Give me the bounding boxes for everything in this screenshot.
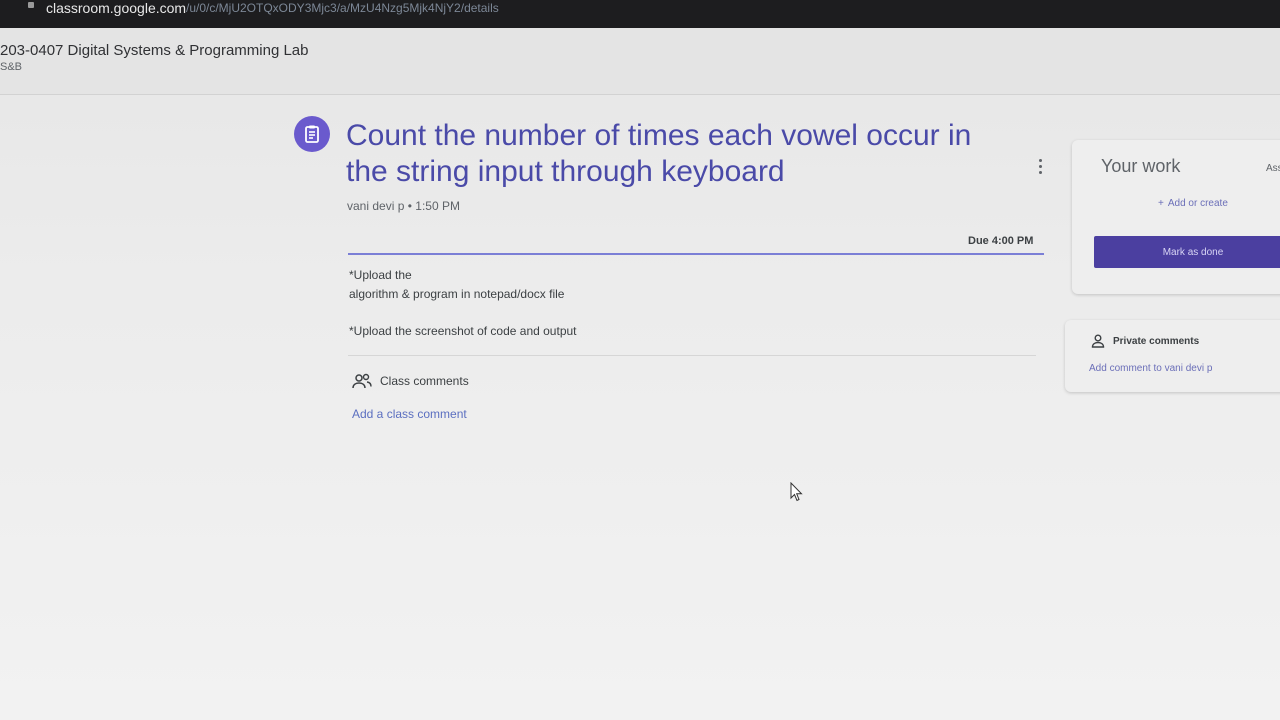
assignment-title: Count the number of times each vowel occ… [346,119,972,188]
due-date: Due 4:00 PM [968,235,1034,247]
title-divider [348,253,1044,255]
class-comments-label: Class comments [380,374,469,388]
meta-separator: • [407,199,412,213]
class-comments-header: Class comments [352,373,469,389]
your-work-card: Your work Assigned + Add or create Mark … [1072,140,1280,294]
course-title[interactable]: 203-0407 Digital Systems & Programming L… [0,42,308,59]
assignment-description: *Upload the algorithm & program in notep… [349,266,577,341]
description-line: algorithm & program in notepad/docx file [349,287,565,301]
description-line: *Upload the [349,268,412,282]
description-line: *Upload the screenshot of code and outpu… [349,324,577,338]
browser-url-bar[interactable]: classroom.google.com /u/0/c/MjU2OTQxODY3… [0,0,1280,28]
lock-icon [28,2,34,8]
comments-divider [348,355,1036,356]
person-icon [1091,334,1105,348]
assignment-meta: vani devi p • 1:50 PM [347,199,460,213]
status-badge: Assigned [1266,163,1280,174]
author-name: vani devi p [347,199,405,213]
add-or-create-label: Add or create [1167,198,1228,209]
mark-as-done-button[interactable]: Mark as done [1094,236,1280,268]
private-comments-title: Private comments [1113,335,1200,347]
private-comments-card: Private comments Add comment to vani dev… [1065,320,1280,392]
add-or-create-button[interactable]: + Add or create [1158,198,1228,209]
url-path: /u/0/c/MjU2OTQxODY3Mjc3/a/MzU4Nzg5Mjk4Nj… [186,1,499,15]
mouse-cursor-icon [790,482,803,502]
add-class-comment-link[interactable]: Add a class comment [352,407,467,421]
assignment-icon [294,116,330,152]
url-host: classroom.google.com [46,0,187,16]
private-comments-header: Private comments [1091,334,1199,348]
more-options-icon[interactable] [1032,157,1048,179]
course-section: S&B [0,61,23,73]
plus-icon: + [1158,198,1164,209]
posted-time: 1:50 PM [415,199,460,213]
course-header: 203-0407 Digital Systems & Programming L… [0,28,1280,95]
people-icon [352,373,372,389]
add-private-comment-link[interactable]: Add comment to vani devi p [1089,363,1212,374]
your-work-title: Your work [1101,156,1181,176]
